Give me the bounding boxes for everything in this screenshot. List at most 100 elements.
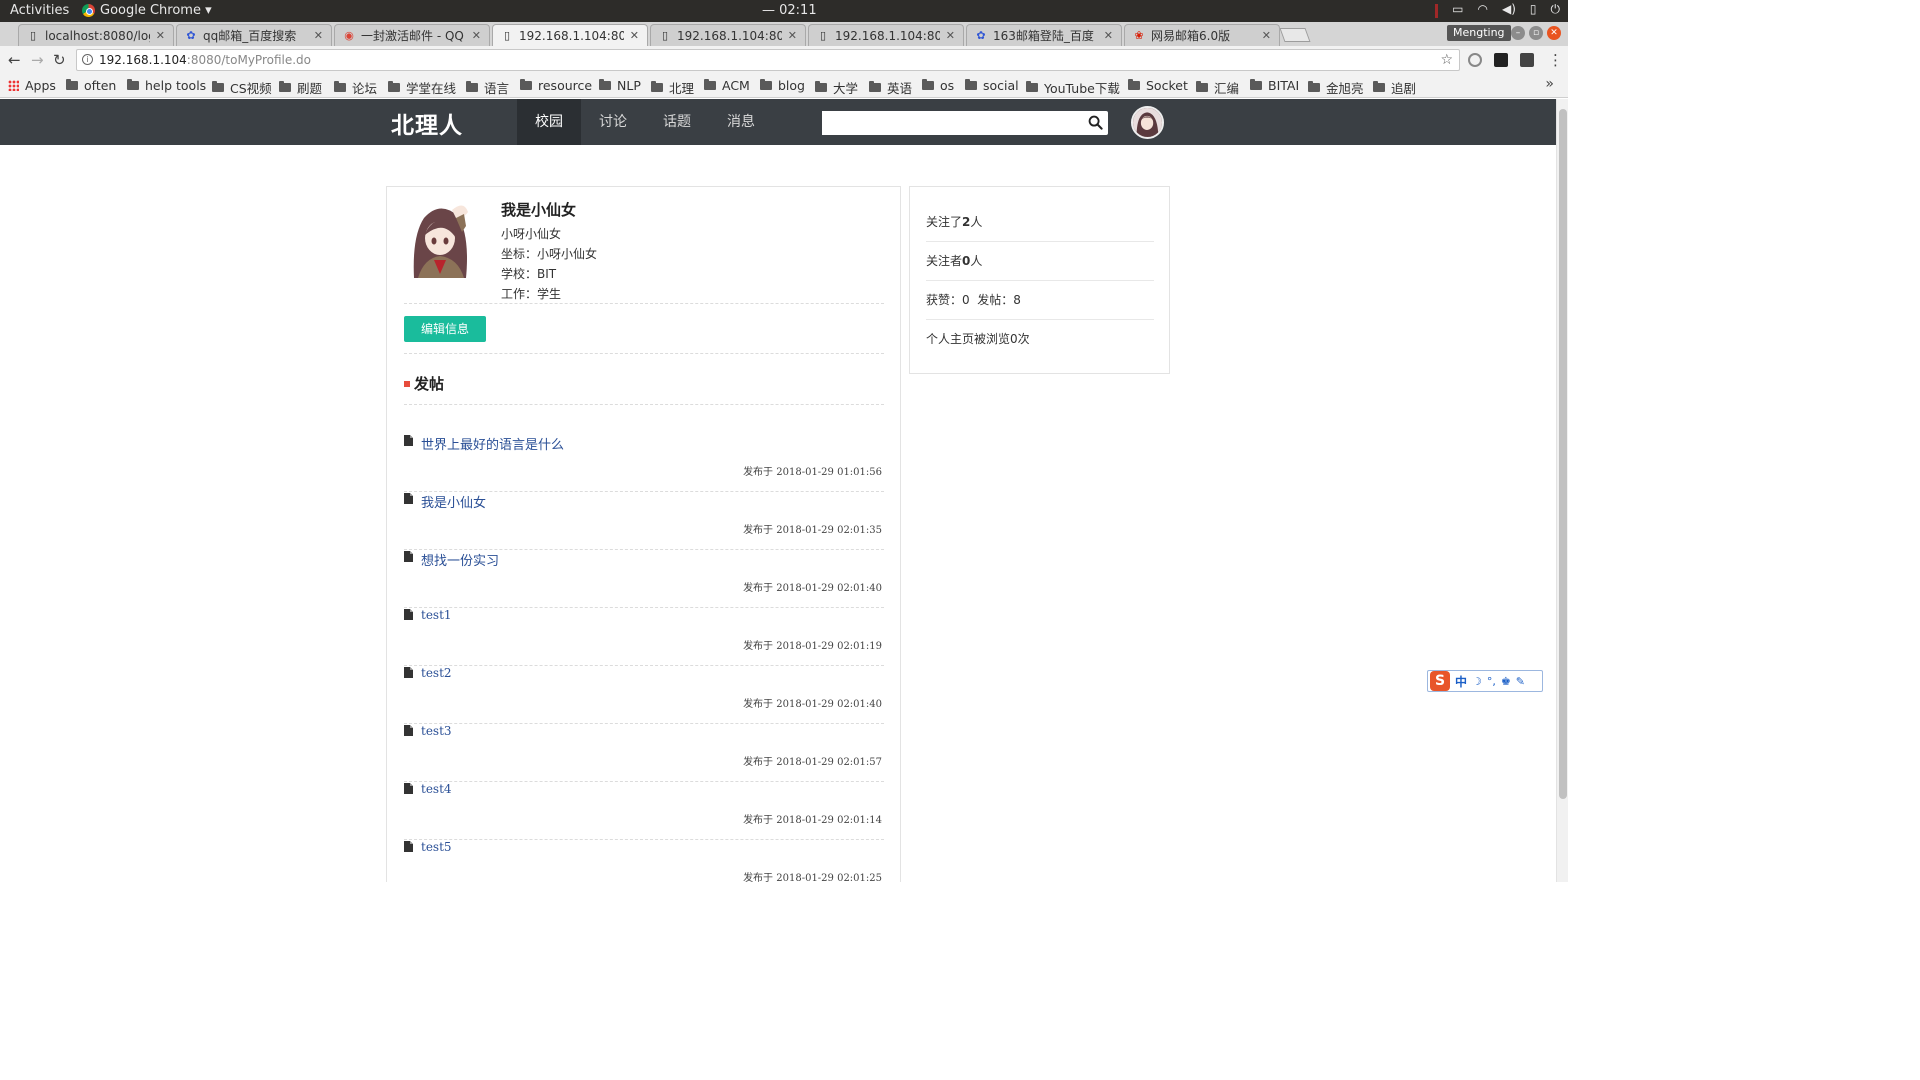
extension-dark-icon[interactable]	[1494, 53, 1508, 67]
browser-tab-active[interactable]: ▯ 192.168.1.104:8080 ✕	[492, 24, 648, 46]
search-icon[interactable]	[1088, 115, 1103, 130]
post-meta: 发布于 2018-01-29 02:01:25	[743, 869, 882, 882]
stat-followers[interactable]: 关注者0人	[926, 242, 1154, 281]
address-bar[interactable]: i 192.168.1.104:8080/toMyProfile.do ☆	[76, 49, 1460, 71]
chrome-menu-icon[interactable]: ⋮	[1548, 51, 1563, 69]
close-tab-icon[interactable]: ✕	[156, 29, 165, 42]
minimize-icon[interactable]: –	[1511, 26, 1525, 40]
scrollbar-thumb[interactable]	[1559, 109, 1567, 799]
extension-shield-icon[interactable]	[1520, 53, 1534, 67]
user-avatar[interactable]	[1131, 106, 1164, 139]
wifi-icon[interactable]: ◠	[1477, 2, 1487, 18]
post-title-link[interactable]: test2	[421, 666, 452, 680]
post-title-link[interactable]: test5	[421, 840, 452, 854]
bookmark-label: Apps	[25, 78, 56, 93]
bookmark-folder[interactable]: 学堂在线	[388, 78, 456, 97]
nav-discussion[interactable]: 讨论	[581, 99, 645, 145]
close-tab-icon[interactable]: ✕	[946, 29, 955, 42]
post-title-link[interactable]: test3	[421, 724, 452, 738]
new-tab-button[interactable]	[1279, 28, 1311, 42]
maximize-icon[interactable]: ▫	[1529, 26, 1543, 40]
bookmark-folder[interactable]: help tools	[127, 78, 206, 93]
folder-icon	[815, 81, 827, 92]
bookmark-folder[interactable]: resource	[520, 78, 592, 93]
post-title-link[interactable]: 想找一份实习	[421, 550, 499, 569]
close-tab-icon[interactable]: ✕	[1262, 29, 1271, 42]
browser-tab[interactable]: ❀ 网易邮箱6.0版 ✕	[1124, 24, 1280, 46]
browser-tab[interactable]: ▯ 192.168.1.104:8080 ✕	[808, 24, 964, 46]
browser-tab[interactable]: ▯ 192.168.1.104:8080 ✕	[650, 24, 806, 46]
volume-icon[interactable]: ◀)	[1502, 2, 1516, 18]
nav-messages[interactable]: 消息	[709, 99, 773, 145]
search-input[interactable]	[822, 111, 1084, 135]
bookmark-folder[interactable]: 追剧	[1373, 78, 1416, 97]
bookmark-folder[interactable]: NLP	[599, 78, 641, 93]
keyboard-icon[interactable]: ▭	[1452, 2, 1463, 18]
indicator-icon[interactable]	[1435, 4, 1439, 18]
close-tab-icon[interactable]: ✕	[630, 29, 639, 42]
bookmark-folder[interactable]: 语言	[466, 78, 509, 97]
post-item: 世界上最好的语言是什么 发布于 2018-01-29 01:01:56	[404, 434, 884, 492]
bookmark-folder[interactable]: ACM	[704, 78, 750, 93]
bookmark-folder[interactable]: BITAI	[1250, 78, 1299, 93]
bookmark-folder[interactable]: YouTube下载	[1026, 78, 1120, 97]
bookmark-apps[interactable]: Apps	[8, 78, 56, 93]
bookmark-folder[interactable]: 刷题	[279, 78, 322, 97]
bookmark-folder[interactable]: 论坛	[334, 78, 377, 97]
post-title-link[interactable]: test4	[421, 782, 452, 796]
activities-button[interactable]: Activities	[10, 3, 69, 18]
post-title-link[interactable]: test1	[421, 608, 452, 622]
site-logo[interactable]: 北理人	[391, 106, 463, 140]
clock[interactable]: — 02:11	[762, 3, 817, 18]
bookmark-folder[interactable]: 北理	[651, 78, 694, 97]
bookmark-folder[interactable]: 大学	[815, 78, 858, 97]
ime-toolbar[interactable]: S 中 ☽ °, ♚ ✎	[1427, 670, 1543, 692]
nav-topics[interactable]: 话题	[645, 99, 709, 145]
bookmark-folder[interactable]: CS视频	[212, 78, 272, 97]
browser-tab[interactable]: ▯ localhost:8080/log ✕	[18, 24, 174, 46]
close-tab-icon[interactable]: ✕	[314, 29, 323, 42]
tab-title: 192.168.1.104:8080	[519, 28, 624, 43]
post-item: test3 发布于 2018-01-29 02:01:57	[404, 724, 884, 782]
nav-campus[interactable]: 校园	[517, 99, 581, 145]
bookmark-folder[interactable]: 金旭亮	[1308, 78, 1364, 97]
extension-circle-icon[interactable]	[1468, 53, 1482, 67]
bookmark-folder[interactable]: often	[66, 78, 116, 93]
app-menu[interactable]: Google Chrome ▾	[82, 3, 212, 18]
close-tab-icon[interactable]: ✕	[1104, 29, 1113, 42]
stat-following[interactable]: 关注了2人	[926, 203, 1154, 242]
bookmarks-overflow-icon[interactable]: »	[1545, 76, 1554, 92]
bookmark-folder[interactable]: blog	[760, 78, 805, 93]
sogou-logo-icon[interactable]: S	[1430, 671, 1450, 691]
close-window-icon[interactable]: ✕	[1547, 26, 1561, 40]
forward-arrow-icon[interactable]: →	[31, 51, 44, 69]
edit-info-button[interactable]: 编辑信息	[404, 316, 486, 342]
punctuation-icon[interactable]: °,	[1487, 675, 1496, 688]
post-meta-prefix: 发布于	[743, 815, 774, 826]
bookmark-folder[interactable]: 英语	[869, 78, 912, 97]
bookmark-folder[interactable]: social	[965, 78, 1019, 93]
bookmark-star-icon[interactable]: ☆	[1440, 50, 1453, 70]
post-title-link[interactable]: 世界上最好的语言是什么	[421, 434, 564, 453]
browser-tab[interactable]: ✿ qq邮箱_百度搜索 ✕	[176, 24, 332, 46]
bookmark-folder[interactable]: 汇编	[1196, 78, 1239, 97]
close-tab-icon[interactable]: ✕	[788, 29, 797, 42]
power-icon[interactable]: ⏻	[1551, 2, 1561, 18]
ime-mode[interactable]: 中	[1455, 673, 1467, 690]
skin-shirt-icon[interactable]: ♚	[1501, 675, 1511, 688]
reload-icon[interactable]: ↻	[53, 51, 66, 69]
bookmark-folder[interactable]: Socket	[1128, 78, 1188, 93]
wrench-icon[interactable]: ✎	[1516, 675, 1525, 688]
info-icon[interactable]: i	[82, 54, 93, 65]
browser-tab[interactable]: ✿ 163邮箱登陆_百度 ✕	[966, 24, 1122, 46]
moon-icon[interactable]: ☽	[1472, 675, 1482, 688]
browser-toolbar: ← → ↻ i 192.168.1.104:8080/toMyProfile.d…	[0, 46, 1568, 74]
browser-tab[interactable]: ◉ 一封激活邮件 - QQ ✕	[334, 24, 490, 46]
bookmark-folder[interactable]: os	[922, 78, 954, 93]
profile-chip[interactable]: Mengting	[1447, 25, 1511, 41]
post-title-link[interactable]: 我是小仙女	[421, 492, 486, 511]
back-arrow-icon[interactable]: ←	[8, 51, 21, 69]
battery-icon[interactable]: ▯	[1530, 2, 1537, 18]
close-tab-icon[interactable]: ✕	[472, 29, 481, 42]
page-scrollbar[interactable]	[1556, 99, 1568, 882]
